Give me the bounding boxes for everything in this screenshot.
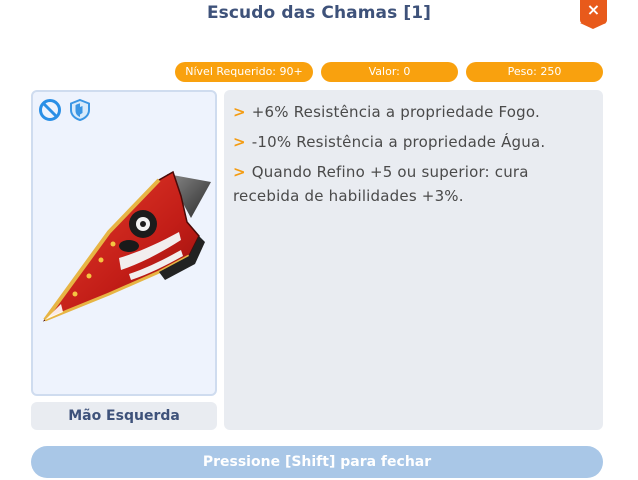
description-panel: > +6% Resistência a propriedade Fogo. > -1… <box>224 90 603 430</box>
description-item: > +6% Resistência a propriedade Fogo. <box>233 100 585 124</box>
bullet-icon: > <box>233 133 246 151</box>
shield-icon <box>68 98 92 126</box>
close-icon: × <box>586 0 601 19</box>
description-text: -10% Resistência a propriedade Água. <box>251 133 546 151</box>
equip-slot-label: Mão Esquerda <box>31 402 217 430</box>
item-preview-panel <box>31 90 217 396</box>
description-list: > +6% Resistência a propriedade Fogo. > -1… <box>233 100 585 214</box>
weight-badge: Peso: 250 <box>466 62 603 82</box>
bullet-icon: > <box>233 163 246 181</box>
bullet-icon: > <box>233 103 246 121</box>
window-title: Escudo das Chamas [1] <box>206 3 432 23</box>
close-button[interactable]: × <box>580 0 607 29</box>
no-refine-icon <box>38 98 62 126</box>
close-hint-button[interactable]: Pressione [Shift] para fechar <box>31 446 603 478</box>
description-item: > Quando Refino +5 ou superior: cura rece… <box>233 160 585 208</box>
description-text: +6% Resistência a propriedade Fogo. <box>251 103 540 121</box>
value-badge: Valor: 0 <box>321 62 458 82</box>
level-badge: Nível Requerido: 90+ <box>175 62 313 82</box>
shield-item-image <box>39 162 211 326</box>
description-item: > -10% Resistência a propriedade Água. <box>233 130 585 154</box>
description-text: Quando Refino +5 ou superior: cura receb… <box>233 163 529 205</box>
